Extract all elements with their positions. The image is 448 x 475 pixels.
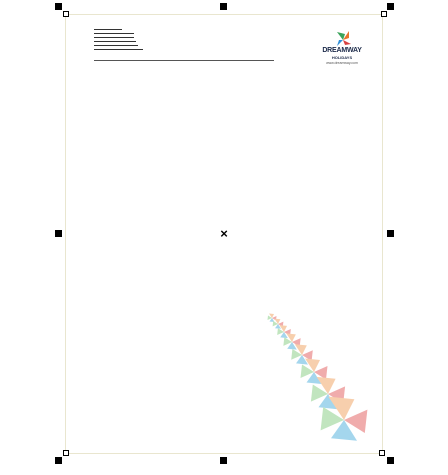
address-line [94, 37, 134, 38]
corner-node[interactable] [381, 11, 387, 17]
address-line [94, 49, 143, 50]
center-cross-icon[interactable]: × [219, 227, 229, 240]
corner-node[interactable] [63, 450, 69, 456]
corner-node[interactable] [63, 11, 69, 17]
corner-node[interactable] [379, 450, 385, 456]
resize-handle-top-right[interactable] [387, 3, 394, 10]
logo-url: www.dreamway.com [326, 61, 358, 65]
address-line [94, 41, 136, 42]
address-line [94, 33, 134, 34]
resize-handle-bottom-left[interactable] [55, 457, 62, 464]
resize-handle-bottom-right[interactable] [387, 457, 394, 464]
resize-handle-middle-left[interactable] [55, 230, 62, 237]
header-rule [94, 60, 274, 61]
address-line [94, 45, 138, 46]
logo-subtitle: HOLIDAYS [331, 55, 353, 60]
pinwheel-decoration [267, 313, 368, 441]
resize-handle-bottom-center[interactable] [220, 457, 227, 464]
resize-handle-middle-right[interactable] [387, 230, 394, 237]
logo-brand: DREAMWAY [322, 47, 362, 54]
design-canvas[interactable]: DREAMWAY HOLIDAYS www.dreamway.com × [0, 0, 448, 475]
resize-handle-top-left[interactable] [55, 3, 62, 10]
resize-handle-top-center[interactable] [220, 3, 227, 10]
address-line [94, 29, 122, 30]
